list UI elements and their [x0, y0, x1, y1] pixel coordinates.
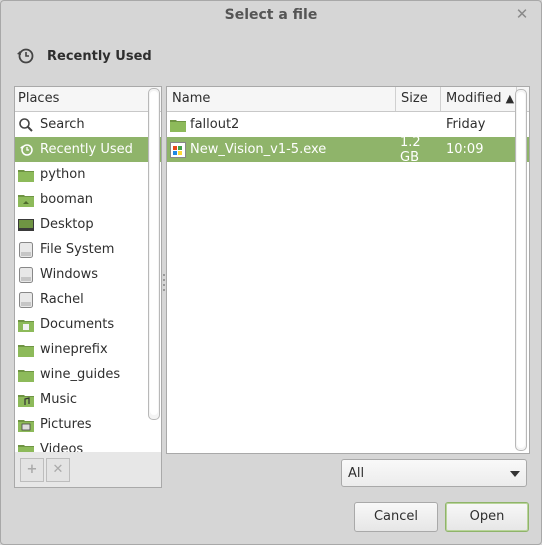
- titlebar: Select a file ✕: [1, 1, 541, 31]
- file-chooser-dialog: Select a file ✕ Recently Used Places Sea…: [0, 0, 542, 545]
- drive-icon: [18, 266, 34, 283]
- places-scrollbar-thumb[interactable]: [150, 91, 158, 415]
- file-list: Name Size Modified ▲ fallout2 Friday New…: [166, 86, 530, 454]
- sort-ascending-icon: ▲: [505, 92, 515, 105]
- place-search[interactable]: Search: [15, 112, 161, 137]
- files-scrollbar[interactable]: [515, 89, 527, 451]
- place-wineprefix[interactable]: wineprefix: [15, 337, 161, 362]
- place-windows[interactable]: Windows: [15, 262, 161, 287]
- place-file-system[interactable]: File System: [15, 237, 161, 262]
- drive-icon: [18, 241, 34, 258]
- open-button[interactable]: Open: [445, 502, 529, 532]
- place-label: Desktop: [40, 217, 94, 232]
- place-booman[interactable]: booman: [15, 187, 161, 212]
- add-bookmark-button[interactable]: +: [20, 458, 44, 482]
- column-modified[interactable]: Modified ▲: [441, 87, 517, 111]
- column-modified-label: Modified: [446, 91, 502, 106]
- file-list-header: Name Size Modified ▲: [167, 87, 529, 112]
- files-scrollbar-thumb[interactable]: [517, 92, 525, 448]
- places-header: Places: [15, 87, 161, 112]
- file-name: New_Vision_v1-5.exe: [190, 142, 327, 157]
- place-music[interactable]: Music: [15, 387, 161, 412]
- file-size: 1.2 GB: [400, 134, 421, 165]
- place-label: File System: [40, 242, 115, 257]
- search-icon: [18, 117, 34, 133]
- folder-icon: [18, 367, 34, 383]
- place-documents[interactable]: Documents: [15, 312, 161, 337]
- place-label: wineprefix: [40, 342, 108, 357]
- place-pictures[interactable]: Pictures: [15, 412, 161, 437]
- place-label: python: [40, 167, 86, 182]
- place-label: Pictures: [40, 417, 92, 432]
- music-folder-icon: [18, 392, 34, 408]
- place-label: Windows: [40, 267, 99, 282]
- place-label: Search: [40, 117, 85, 132]
- place-label: Documents: [40, 317, 115, 332]
- recent-clock-icon: [18, 142, 34, 158]
- places-toolbar: + ✕: [14, 452, 162, 488]
- pictures-folder-icon: [18, 417, 34, 433]
- file-modified: Friday: [446, 117, 486, 132]
- column-name[interactable]: Name: [167, 87, 396, 111]
- folder-icon: [18, 167, 34, 183]
- file-type-filter[interactable]: All: [341, 459, 527, 487]
- recent-clock-icon: [15, 46, 35, 66]
- place-wine-guides[interactable]: wine_guides: [15, 362, 161, 387]
- place-label: booman: [40, 192, 94, 207]
- place-recently-used[interactable]: Recently Used: [15, 137, 161, 162]
- folder-icon: [170, 117, 186, 133]
- place-label: Rachel: [40, 292, 84, 307]
- place-rachel[interactable]: Rachel: [15, 287, 161, 312]
- drive-icon: [18, 291, 34, 308]
- location-label: Recently Used: [47, 48, 152, 64]
- cancel-button[interactable]: Cancel: [354, 502, 438, 532]
- documents-folder-icon: [18, 317, 34, 333]
- place-label: Music: [40, 392, 77, 407]
- folder-icon: [18, 342, 34, 358]
- dialog-title: Select a file: [224, 7, 318, 23]
- remove-bookmark-button[interactable]: ✕: [46, 458, 70, 482]
- file-name: fallout2: [190, 117, 240, 132]
- place-label: Recently Used: [40, 142, 133, 157]
- column-size[interactable]: Size: [396, 87, 441, 111]
- home-folder-icon: [18, 192, 34, 208]
- places-sidebar: Places Search Recently Used python booma…: [14, 86, 162, 454]
- place-label: wine_guides: [40, 367, 121, 382]
- filter-value: All: [348, 466, 365, 481]
- location-bar: Recently Used: [15, 45, 152, 67]
- place-python[interactable]: python: [15, 162, 161, 187]
- file-row[interactable]: fallout2 Friday: [167, 112, 529, 137]
- places-scrollbar[interactable]: [148, 88, 160, 420]
- chevron-down-icon: [510, 471, 520, 477]
- file-row[interactable]: New_Vision_v1-5.exe 1.2 GB 10:09: [167, 134, 529, 165]
- close-icon[interactable]: ✕: [513, 5, 531, 23]
- file-modified: 10:09: [446, 142, 484, 157]
- exe-icon: [170, 141, 186, 158]
- place-desktop[interactable]: Desktop: [15, 212, 161, 237]
- desktop-icon: [18, 217, 34, 233]
